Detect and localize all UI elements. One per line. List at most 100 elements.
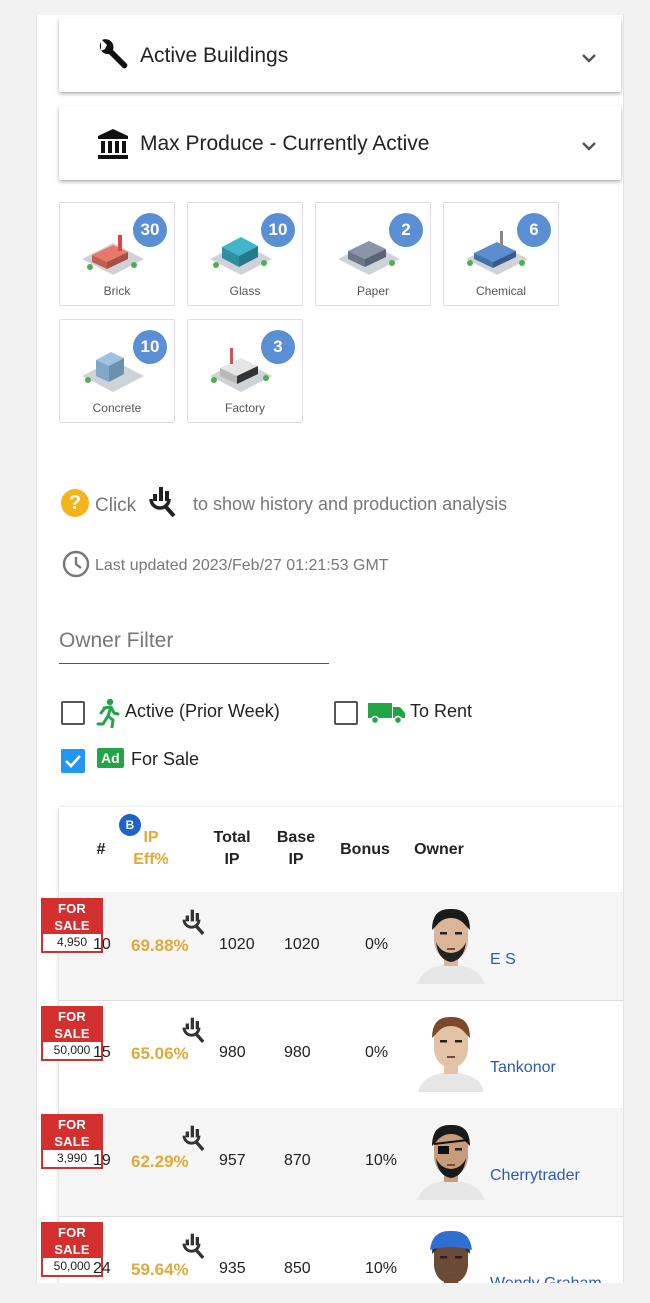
- base-ip-value: 1020: [284, 936, 320, 953]
- checkbox-label: For Sale: [131, 749, 200, 769]
- count-badge: 3: [261, 330, 295, 364]
- for-sale-checkbox[interactable]: Ad For Sale: [61, 746, 221, 776]
- last-updated-text: Last updated 2023/Feb/27 01:21:53 GMT: [95, 557, 389, 574]
- bonus-value: 10%: [365, 1152, 398, 1169]
- tile-paper[interactable]: 2 Paper: [315, 202, 431, 306]
- checkbox-label: To Rent: [410, 701, 473, 721]
- col-bonus[interactable]: Bonus: [337, 839, 393, 861]
- owner-filter: [59, 623, 329, 664]
- col-base-line1: Base: [276, 829, 316, 846]
- tile-label: Concrete: [92, 401, 142, 415]
- owner-link[interactable]: Tankonor: [490, 1059, 556, 1077]
- row-number: 15: [93, 1044, 111, 1061]
- col-ip-eff[interactable]: IP Eff%: [125, 827, 177, 871]
- checkbox-box[interactable]: [61, 701, 85, 725]
- col-base-line2: IP: [288, 851, 304, 868]
- ip-eff-value: 59.64%: [131, 1260, 189, 1279]
- total-ip-value: 1020: [219, 936, 255, 953]
- avatar: [418, 1124, 484, 1200]
- bonus-value: 10%: [365, 1260, 398, 1277]
- tile-label: Chemical: [475, 284, 526, 298]
- avatar: [430, 1230, 472, 1283]
- ip-eff-value: 65.06%: [131, 1044, 189, 1063]
- analysis-icon[interactable]: [179, 906, 209, 940]
- row-number: 24: [93, 1260, 111, 1277]
- table-row[interactable]: FOR SALE 50,000 15 65.06% 980 980 0% Tankonor: [41, 1000, 623, 1109]
- ad-icon: Ad: [97, 748, 124, 768]
- table-row[interactable]: FOR SALE50,0002459.64%93585010%Wendy Gra…: [41, 1216, 623, 1283]
- checkbox-label: Active (Prior Week): [125, 701, 280, 721]
- col-ip-eff-line2: Eff%: [133, 851, 169, 868]
- analysis-icon[interactable]: [179, 1230, 209, 1264]
- row-number: 19: [93, 1152, 111, 1169]
- to-rent-checkbox[interactable]: To Rent: [334, 698, 514, 728]
- count-badge: 6: [517, 213, 551, 247]
- for-sale-label: FOR SALE: [43, 900, 101, 934]
- count-badge: 10: [261, 213, 295, 247]
- checkbox-box[interactable]: [334, 701, 358, 725]
- owner-filter-input[interactable]: [59, 623, 329, 659]
- active-prior-week-checkbox[interactable]: Active (Prior Week): [61, 698, 301, 728]
- col-total-ip[interactable]: Total IP: [207, 827, 257, 871]
- col-owner[interactable]: Owner: [411, 839, 467, 861]
- tile-brick[interactable]: 30 Brick: [59, 202, 175, 306]
- table-row[interactable]: FOR SALE 4,950 10 69.88% 1020 1020 0% E S: [41, 892, 623, 1001]
- chevron-down-icon[interactable]: [579, 48, 599, 68]
- owner-link[interactable]: E S: [490, 951, 516, 969]
- main-content: Active Buildings Max Produce - Currently…: [36, 15, 624, 1283]
- base-ip-value: 850: [284, 1260, 311, 1277]
- buildings-table: # B IP Eff% Total IP Base IP Bonus Owner…: [41, 807, 623, 1283]
- col-total-line2: IP: [224, 851, 240, 868]
- tile-label: Paper: [356, 284, 390, 298]
- bank-icon: [98, 129, 128, 159]
- total-ip-value: 980: [219, 1044, 246, 1061]
- col-num[interactable]: #: [91, 839, 111, 861]
- table-row[interactable]: FOR SALE 3,990 19 62.29% 957 870 10% Cherrytrad…: [41, 1108, 623, 1217]
- tile-concrete[interactable]: 10 Concrete: [59, 319, 175, 423]
- tile-chemical[interactable]: 6 Chemical: [443, 202, 559, 306]
- tile-label: Factory: [224, 401, 265, 415]
- col-base-ip[interactable]: Base IP: [271, 827, 321, 871]
- tile-factory[interactable]: 3 Factory: [187, 319, 303, 423]
- avatar: [418, 908, 484, 984]
- base-ip-value: 870: [284, 1152, 311, 1169]
- owner-link[interactable]: Wendy Graham: [490, 1275, 602, 1283]
- wrench-icon: [99, 39, 128, 69]
- analysis-icon[interactable]: [179, 1122, 209, 1156]
- check-icon: [65, 755, 81, 768]
- ip-eff-value: 69.88%: [131, 936, 189, 955]
- max-produce-panel[interactable]: Max Produce - Currently Active: [59, 106, 621, 180]
- hint-click-text: Click: [95, 495, 137, 516]
- tile-label: Glass: [229, 284, 261, 298]
- count-badge: 30: [133, 213, 167, 247]
- help-icon: ?: [61, 489, 89, 517]
- truck-icon: [368, 703, 405, 725]
- total-ip-value: 935: [219, 1260, 246, 1277]
- ip-eff-value: 62.29%: [131, 1152, 189, 1171]
- analysis-icon[interactable]: [179, 1014, 209, 1048]
- running-person-icon: [96, 698, 120, 728]
- bonus-value: 0%: [365, 1044, 389, 1061]
- analysis-icon: [149, 487, 176, 518]
- hint-text: to show history and production analysis: [193, 494, 508, 514]
- count-badge: 2: [389, 213, 423, 247]
- col-ip-eff-line1: IP: [143, 829, 159, 846]
- total-ip-value: 957: [219, 1152, 246, 1169]
- row-number: 10: [93, 936, 111, 953]
- chevron-down-icon[interactable]: [579, 136, 599, 156]
- checkbox-box[interactable]: [61, 749, 85, 773]
- bonus-value: 0%: [365, 936, 389, 953]
- clock-icon: [62, 550, 90, 578]
- for-sale-label: FOR SALE: [43, 1224, 101, 1258]
- owner-link[interactable]: Cherrytrader: [490, 1167, 580, 1185]
- avatar: [418, 1016, 484, 1092]
- tile-glass[interactable]: 10 Glass: [187, 202, 303, 306]
- active-buildings-title: Active Buildings: [140, 44, 289, 67]
- for-sale-label: FOR SALE: [43, 1116, 101, 1150]
- active-buildings-panel[interactable]: Active Buildings: [59, 18, 621, 92]
- max-produce-title: Max Produce - Currently Active: [140, 132, 430, 155]
- col-total-line1: Total: [213, 829, 251, 846]
- base-ip-value: 980: [284, 1044, 311, 1061]
- for-sale-label: FOR SALE: [43, 1008, 101, 1042]
- tile-label: Brick: [103, 284, 131, 298]
